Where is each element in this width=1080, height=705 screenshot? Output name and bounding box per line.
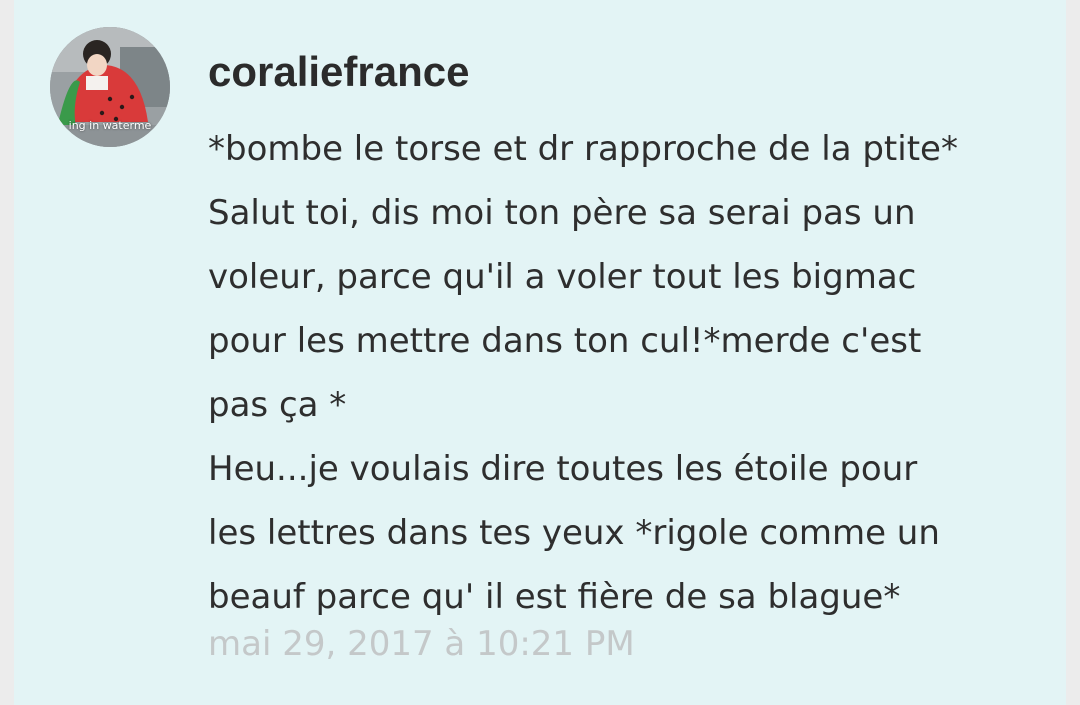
comment-line: les lettres dans tes yeux *rigole comme … xyxy=(208,513,940,553)
comment-line: Heu...je voulais dire toutes les étoile … xyxy=(208,449,918,489)
comment-line: pas ça * xyxy=(208,385,347,425)
comment-line: pour les mettre dans ton cul!*merde c'es… xyxy=(208,321,922,361)
username[interactable]: coraliefrance xyxy=(208,48,469,96)
user-avatar[interactable]: ing in waterme xyxy=(50,27,170,147)
comment-line: Salut toi, dis moi ton père sa serai pas… xyxy=(208,193,916,233)
comment-line: voleur, parce qu'il a voler tout les big… xyxy=(208,257,917,297)
comment-timestamp: mai 29, 2017 à 10:21 PM xyxy=(208,624,635,664)
comment-line: beauf parce qu' il est fière de sa blagu… xyxy=(208,577,901,617)
avatar-caption: ing in waterme xyxy=(68,119,152,132)
comment-line: *bombe le torse et dr rapproche de la pt… xyxy=(208,129,958,169)
comment-body: *bombe le torse et dr rapproche de la pt… xyxy=(208,117,1048,629)
comment-card: ing in waterme coraliefrance *bombe le t… xyxy=(14,0,1066,705)
